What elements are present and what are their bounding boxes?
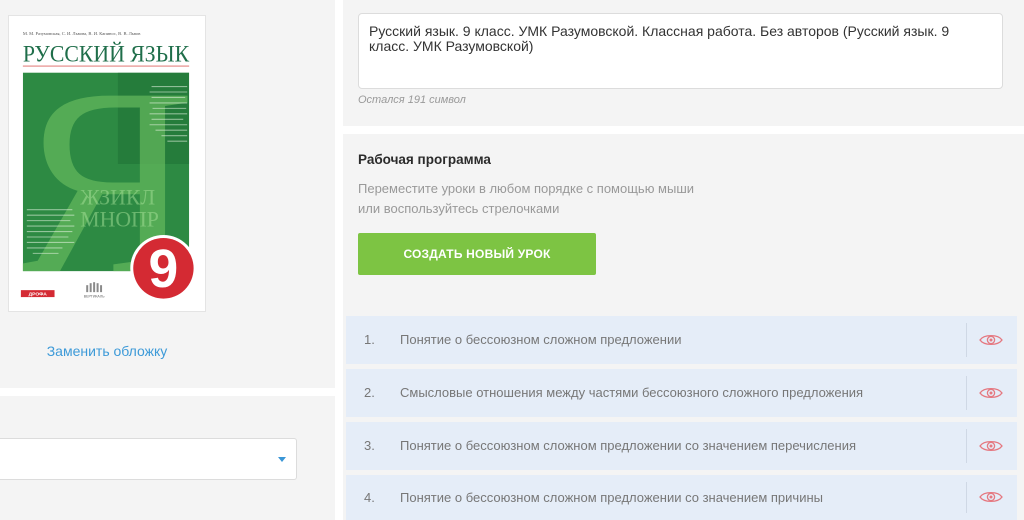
divider: [966, 429, 967, 463]
work-program-panel: Рабочая программа Переместите уроки в лю…: [343, 134, 1024, 520]
book-cover: М. М. Разумовская, С. И. Львова, В. И. К…: [8, 15, 206, 312]
grade-badge: 9: [130, 235, 197, 302]
cover-title: РУССКИЙ ЯЗЫК: [23, 42, 190, 67]
lesson-item[interactable]: 2. Смысловые отношения между частями бес…: [346, 369, 1017, 417]
eye-icon[interactable]: [979, 386, 1003, 400]
grade-number: 9: [149, 240, 179, 299]
svg-text:ВЕРТИКАЛЬ: ВЕРТИКАЛЬ: [84, 295, 105, 299]
lesson-item[interactable]: 4. Понятие о бессоюзном сложном предложе…: [346, 475, 1017, 520]
eye-icon[interactable]: [979, 490, 1003, 504]
lesson-list: 1. Понятие о бессоюзном сложном предложе…: [346, 316, 1017, 520]
title-panel: Русский язык. 9 класс. УМК Разумовской. …: [343, 0, 1024, 126]
hint-line: Переместите уроки в любом порядке с помо…: [358, 181, 695, 196]
create-lesson-button[interactable]: СОЗДАТЬ НОВЫЙ УРОК: [358, 233, 596, 275]
lesson-title: Смысловые отношения между частями бессою…: [400, 385, 864, 400]
hint-line: или воспользуйтесь стрелочками: [358, 201, 560, 216]
settings-panel: [0, 396, 335, 520]
lesson-number: 4.: [364, 490, 375, 505]
section-title: Рабочая программа: [358, 152, 491, 167]
cover-panel: М. М. Разумовская, С. И. Львова, В. И. К…: [0, 0, 335, 388]
svg-text:ДРОФА: ДРОФА: [29, 292, 48, 298]
lesson-item[interactable]: 3. Понятие о бессоюзном сложном предложе…: [346, 422, 1017, 470]
cover-title-rule: [22, 65, 190, 67]
lesson-title-input[interactable]: Русский язык. 9 класс. УМК Разумовской. …: [358, 13, 1003, 89]
lesson-title: Понятие о бессоюзном сложном предложении…: [400, 490, 823, 505]
section-hint: Переместите уроки в любом порядке с помо…: [358, 179, 694, 219]
divider: [966, 482, 967, 513]
eye-icon[interactable]: [979, 439, 1003, 453]
divider: [966, 376, 967, 410]
publisher-logo: ДРОФА: [20, 290, 55, 298]
eye-icon[interactable]: [979, 333, 1003, 347]
caret-down-icon: [278, 457, 286, 462]
lesson-item[interactable]: 1. Понятие о бессоюзном сложном предложе…: [346, 316, 1017, 364]
char-counter: Остался 191 символ: [358, 94, 466, 106]
cover-artwork: М. М. Разумовская, С. И. Львова, В. И. К…: [9, 16, 205, 311]
cover-decor-letters: МНОПР: [80, 208, 159, 232]
divider: [966, 323, 967, 357]
lesson-number: 2.: [364, 385, 375, 400]
lesson-number: 1.: [364, 332, 375, 347]
cover-decor-letters: ЖЗИКЛ: [80, 186, 155, 210]
replace-cover-link[interactable]: Заменить обложку: [8, 342, 206, 360]
lesson-title: Понятие о бессоюзном сложном предложении…: [400, 438, 857, 453]
lesson-title: Понятие о бессоюзном сложном предложении: [400, 332, 682, 347]
lesson-number: 3.: [364, 438, 375, 453]
category-select[interactable]: [0, 438, 297, 480]
